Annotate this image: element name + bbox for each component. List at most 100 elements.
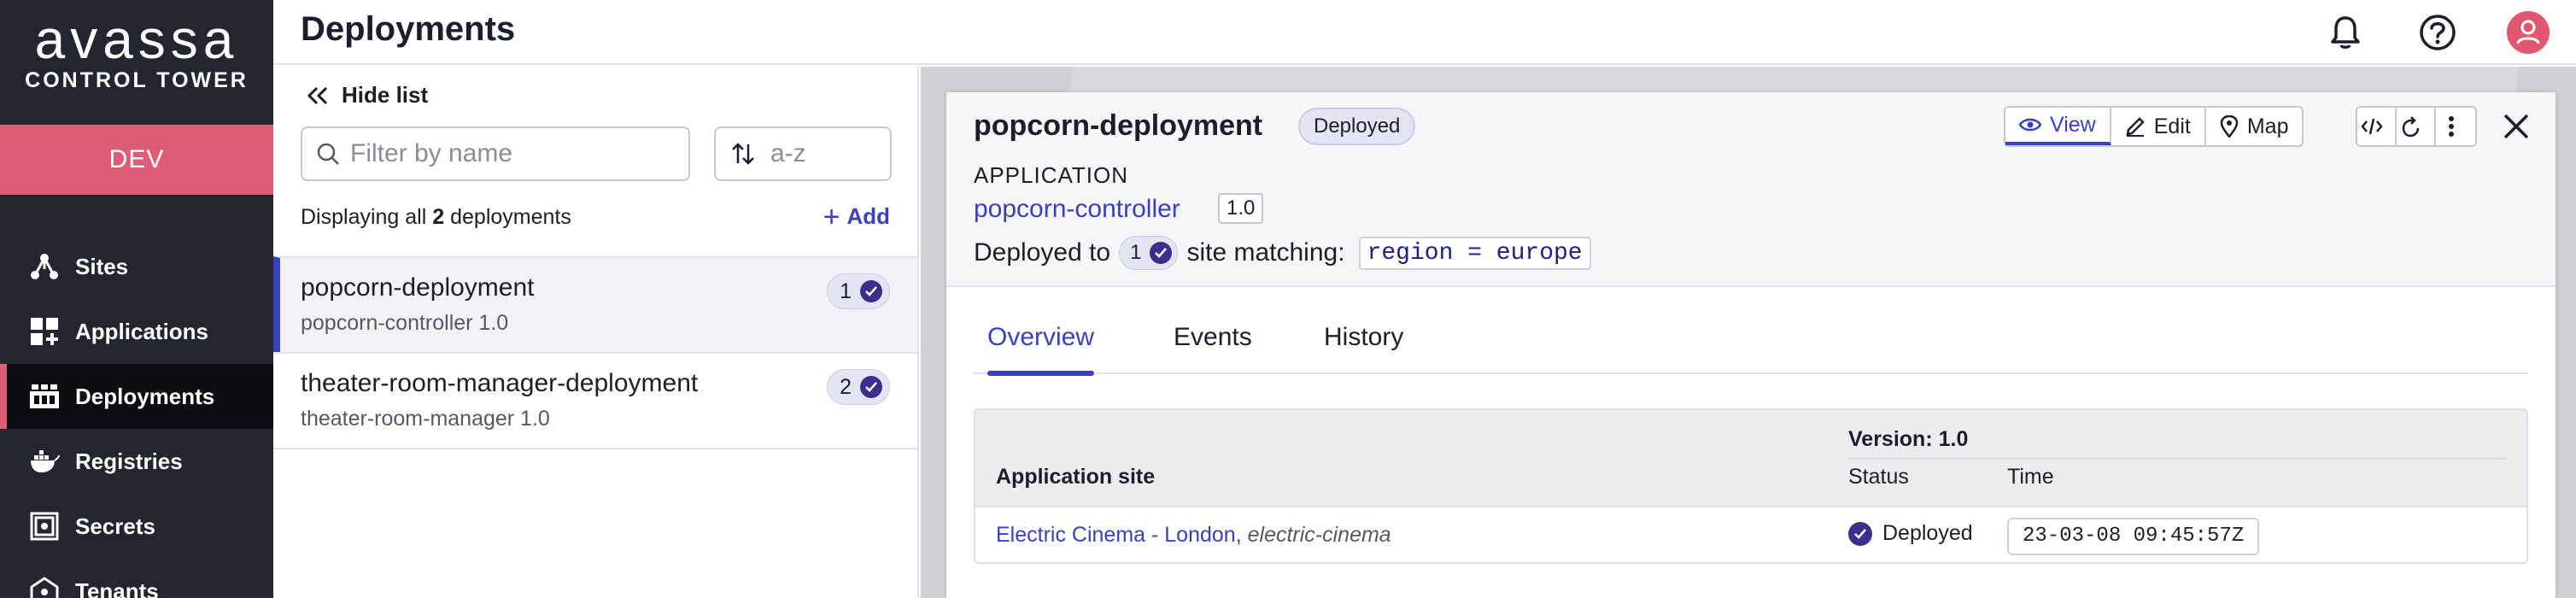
hide-list-button[interactable]: Hide list <box>306 82 428 108</box>
header-divider <box>1848 458 2506 460</box>
sites-icon <box>27 249 61 284</box>
deployment-row[interactable]: popcorn-deployment popcorn-controller 1.… <box>273 256 917 352</box>
plus-icon: + <box>823 200 840 233</box>
check-circle-icon <box>860 376 882 398</box>
column-header-site[interactable]: Application site <box>996 465 1155 490</box>
deployed-to-suffix: site matching: <box>1186 238 1345 267</box>
filter-input[interactable] <box>350 139 675 168</box>
deployment-application: popcorn-controller 1.0 <box>301 311 509 335</box>
help-icon[interactable] <box>2415 10 2460 55</box>
deployment-application: theater-room-manager 1.0 <box>301 407 550 431</box>
tab-history[interactable]: History <box>1324 323 1403 374</box>
site-count-badge: 1 <box>827 273 890 309</box>
double-chevron-left-icon <box>307 86 328 104</box>
registries-icon <box>27 444 61 478</box>
action-toolbar <box>2356 106 2477 147</box>
count-prefix: Displaying all <box>301 205 427 229</box>
vertical-dots-icon <box>2449 116 2454 137</box>
status-cell: Deployed <box>1848 521 1973 546</box>
site-count-badge: 2 <box>827 369 890 405</box>
time-value: 23-03-08 09:45:57Z <box>2007 518 2260 555</box>
deployment-list-panel: Hide list a-z Displaying all 2 deploymen… <box>273 67 919 598</box>
refresh-icon <box>2402 116 2420 138</box>
sidebar: avassa CONTROL TOWER DEV Sites Applicati… <box>0 0 273 598</box>
check-circle-icon <box>1150 242 1173 264</box>
status-badge: Deployed <box>1298 108 1416 145</box>
sidebar-item-secrets[interactable]: Secrets <box>0 494 273 559</box>
check-circle-icon <box>1848 521 1872 546</box>
sidebar-item-label: Tenants <box>75 577 159 598</box>
more-options-button[interactable] <box>2436 108 2475 145</box>
table-row: Electric Cinema - London, electric-cinem… <box>975 509 2526 562</box>
list-divider <box>273 448 917 449</box>
sidebar-item-applications[interactable]: Applications <box>0 299 273 364</box>
edit-label: Edit <box>2153 114 2191 138</box>
check-circle-icon <box>860 280 882 302</box>
map-pin-icon <box>2220 115 2239 138</box>
sidebar-item-label: Deployments <box>75 383 215 409</box>
table-header: Version: 1.0 Application site Status Tim… <box>975 410 2526 507</box>
map-button[interactable]: Map <box>2206 108 2303 145</box>
deployment-row[interactable]: theater-room-manager-deployment theater-… <box>273 352 917 448</box>
brand-wordmark: avassa <box>34 9 239 70</box>
application-label: APPLICATION <box>974 162 1129 188</box>
deployed-to-prefix: Deployed to <box>974 238 1111 267</box>
sidebar-item-tenants[interactable]: Tenants <box>0 559 273 598</box>
deployment-name: theater-room-manager-deployment <box>301 369 699 397</box>
detail-title: popcorn-deployment <box>974 109 1263 142</box>
search-icon <box>317 143 339 165</box>
bell-icon[interactable] <box>2323 10 2368 55</box>
site-name-link[interactable]: Electric Cinema - London <box>996 523 1236 547</box>
site-separator: , <box>1235 523 1248 547</box>
app-root: avassa CONTROL TOWER DEV Sites Applicati… <box>0 0 2576 598</box>
column-header-time[interactable]: Time <box>2007 465 2054 490</box>
pencil-icon <box>2126 117 2145 137</box>
view-button[interactable]: View <box>2005 108 2111 145</box>
detail-header: popcorn-deployment Deployed View Edit Ma… <box>946 92 2556 287</box>
map-label: Map <box>2246 114 2289 138</box>
tenants-icon <box>27 574 61 598</box>
deployments-icon <box>27 379 61 413</box>
code-icon <box>2361 118 2383 135</box>
status-text: Deployed <box>1882 521 1973 545</box>
sidebar-item-registries[interactable]: Registries <box>0 429 273 494</box>
column-header-status[interactable]: Status <box>1848 465 1909 490</box>
brand-logo[interactable]: avassa CONTROL TOWER <box>0 12 273 93</box>
tab-overview[interactable]: Overview <box>987 323 1095 376</box>
secrets-icon <box>27 509 61 543</box>
filter-field[interactable] <box>301 126 690 181</box>
top-header: Deployments <box>273 0 2576 65</box>
sort-arrows-icon <box>732 143 754 165</box>
sidebar-item-sites[interactable]: Sites <box>0 234 273 299</box>
environment-badge[interactable]: DEV <box>0 125 273 195</box>
edit-button[interactable]: Edit <box>2111 108 2206 145</box>
deployment-detail-panel: popcorn-deployment Deployed View Edit Ma… <box>946 92 2556 598</box>
brand-tagline: CONTROL TOWER <box>25 68 249 92</box>
sidebar-item-label: Secrets <box>75 513 155 539</box>
view-label: View <box>2050 112 2096 137</box>
close-icon[interactable] <box>2497 108 2535 145</box>
view-mode-toolbar: View Edit Map <box>2004 106 2304 147</box>
application-sites-table: Version: 1.0 Application site Status Tim… <box>974 408 2528 564</box>
deployment-name: popcorn-deployment <box>301 273 535 302</box>
tab-events[interactable]: Events <box>1174 323 1252 374</box>
sort-label: a-z <box>770 139 806 167</box>
detail-tabs: Overview Events History <box>974 323 2528 376</box>
add-deployment-button[interactable]: + Add <box>823 200 890 233</box>
deployment-count-text: Displaying all 2 deployments <box>301 205 571 230</box>
applications-icon <box>27 314 61 349</box>
sidebar-item-label: Registries <box>75 448 183 474</box>
code-view-button[interactable] <box>2357 108 2397 145</box>
deployed-site-count-badge[interactable]: 1 <box>1119 236 1179 270</box>
page-title: Deployments <box>301 10 516 48</box>
application-link[interactable]: popcorn-controller <box>974 195 1180 224</box>
user-avatar-icon[interactable] <box>2506 10 2550 55</box>
site-count: 2 <box>840 374 852 399</box>
sort-select[interactable]: a-z <box>714 126 892 181</box>
count-suffix: deployments <box>450 205 571 229</box>
deployed-to-summary: Deployed to 1 site matching: region = eu… <box>974 236 1591 270</box>
application-site-cell: Electric Cinema - London, electric-cinem… <box>996 523 1391 548</box>
deployed-count: 1 <box>1130 241 1142 264</box>
refresh-button[interactable] <box>2397 108 2436 145</box>
sidebar-item-deployments[interactable]: Deployments <box>0 364 273 429</box>
